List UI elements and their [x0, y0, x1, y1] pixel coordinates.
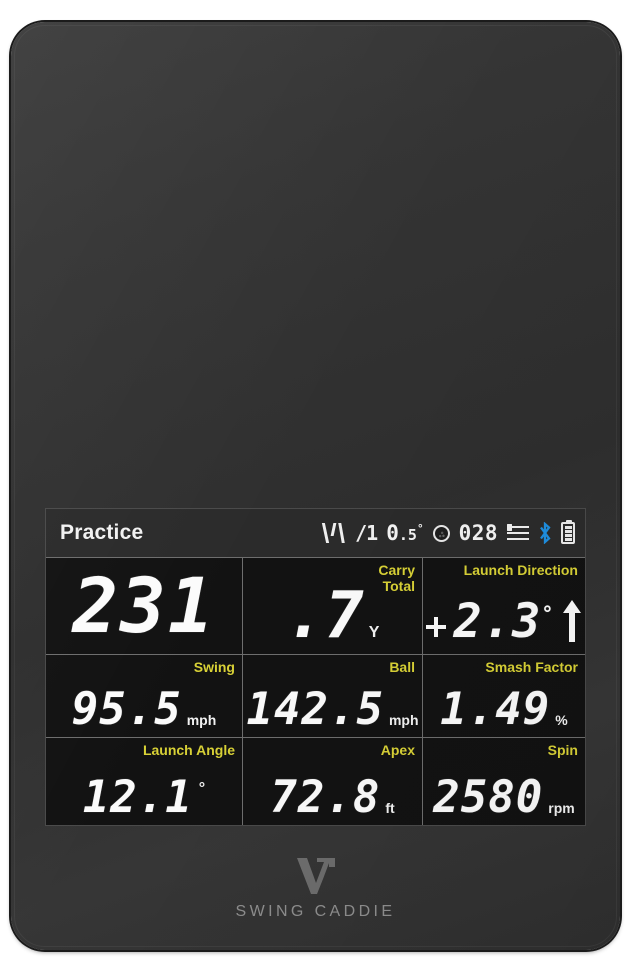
launch-angle-unit: °	[198, 780, 206, 797]
metrics-grid: 231 Carry Total .7 Y Launch Direction 2.…	[46, 557, 585, 825]
spin-label: Spin	[547, 742, 578, 758]
arrow-up-icon	[563, 600, 582, 642]
brand-logo: SWING CADDIE	[11, 855, 620, 921]
apex-cell[interactable]: Apex 72.8 ft	[242, 738, 422, 825]
metrics-row-2: Swing 95.5 mph Ball 142.5 mph Smash Fact…	[46, 654, 585, 737]
mode-title: Practice	[60, 521, 144, 544]
apex-value: 72.8	[270, 772, 381, 823]
carry-total-integer: 231	[72, 561, 216, 650]
launch-angle-value: 12.1	[82, 772, 193, 823]
carry-total-decimal: .7	[285, 579, 365, 653]
launch-direction-value-wrap: 2.3°	[454, 598, 555, 645]
ball-speed-cell[interactable]: Ball 142.5 mph	[242, 655, 422, 737]
spin-unit: rpm	[548, 800, 575, 816]
screenshot-canvas: Practice /1 0.5° 028 231 Carry Total .7 …	[0, 0, 631, 971]
smash-factor-label: Smash Factor	[485, 659, 578, 675]
smash-factor-cell[interactable]: Smash Factor 1.49 %	[422, 655, 585, 737]
metrics-row-1: 231 Carry Total .7 Y Launch Direction 2.…	[46, 557, 585, 654]
lcd-screen: Practice /1 0.5° 028 231 Carry Total .7 …	[45, 508, 586, 826]
wind-speed-value: 0.5°	[386, 521, 423, 545]
spin-value: 2580	[433, 772, 544, 823]
ball-value: 142.5	[246, 684, 384, 735]
apex-label: Apex	[380, 742, 415, 758]
status-indicators: /1 0.5° 028	[321, 520, 575, 545]
wind-icon	[321, 523, 346, 543]
launch-direction-cell[interactable]: Launch Direction 2.3°	[422, 558, 585, 654]
launch-direction-value: 2.3	[453, 594, 542, 649]
spin-cell[interactable]: Spin 2580 rpm	[422, 738, 585, 825]
smash-factor-value: 1.49	[440, 684, 551, 735]
shot-count-value: 028	[458, 521, 498, 545]
wind-direction-value: /1	[355, 521, 378, 545]
carry-total-integer-cell[interactable]: 231	[46, 558, 242, 654]
battery-icon	[561, 520, 575, 544]
ball-unit: mph	[388, 712, 419, 728]
vc-logo-icon	[296, 858, 335, 894]
carry-total-unit: Y	[368, 624, 380, 641]
status-bar: Practice /1 0.5° 028	[46, 509, 585, 557]
ball-label: Ball	[389, 659, 415, 675]
carry-total-label: Carry Total	[378, 562, 415, 594]
total-label: Total	[382, 578, 415, 595]
swing-label: Swing	[193, 659, 235, 675]
bluetooth-icon[interactable]	[538, 522, 552, 544]
apex-unit: ft	[385, 800, 395, 816]
launch-angle-cell[interactable]: Launch Angle 12.1 °	[46, 738, 242, 825]
swing-speed-cell[interactable]: Swing 95.5 mph	[46, 655, 242, 737]
launch-direction-label: Launch Direction	[463, 562, 578, 578]
golf-ball-icon	[432, 524, 450, 542]
launch-monitor-device: Practice /1 0.5° 028 231 Carry Total .7 …	[11, 22, 620, 950]
brand-name: SWING CADDIE	[235, 903, 396, 920]
carry-total-decimal-cell[interactable]: Carry Total .7 Y	[242, 558, 422, 654]
launch-angle-label: Launch Angle	[142, 742, 235, 758]
settings-sliders-icon[interactable]	[507, 524, 529, 542]
swing-value: 95.5	[71, 684, 182, 735]
smash-factor-unit: %	[555, 712, 568, 728]
wind-degree-symbol: °	[416, 522, 424, 535]
launch-direction-degree: °	[541, 601, 555, 626]
direction-cross-icon	[425, 617, 446, 637]
carry-label: Carry	[378, 562, 415, 578]
wind-speed-integer: 0	[386, 521, 399, 545]
swing-unit: mph	[186, 712, 217, 728]
wind-speed-decimal: .5	[398, 526, 417, 544]
metrics-row-3: Launch Angle 12.1 ° Apex 72.8 ft Spin 25…	[46, 737, 585, 825]
